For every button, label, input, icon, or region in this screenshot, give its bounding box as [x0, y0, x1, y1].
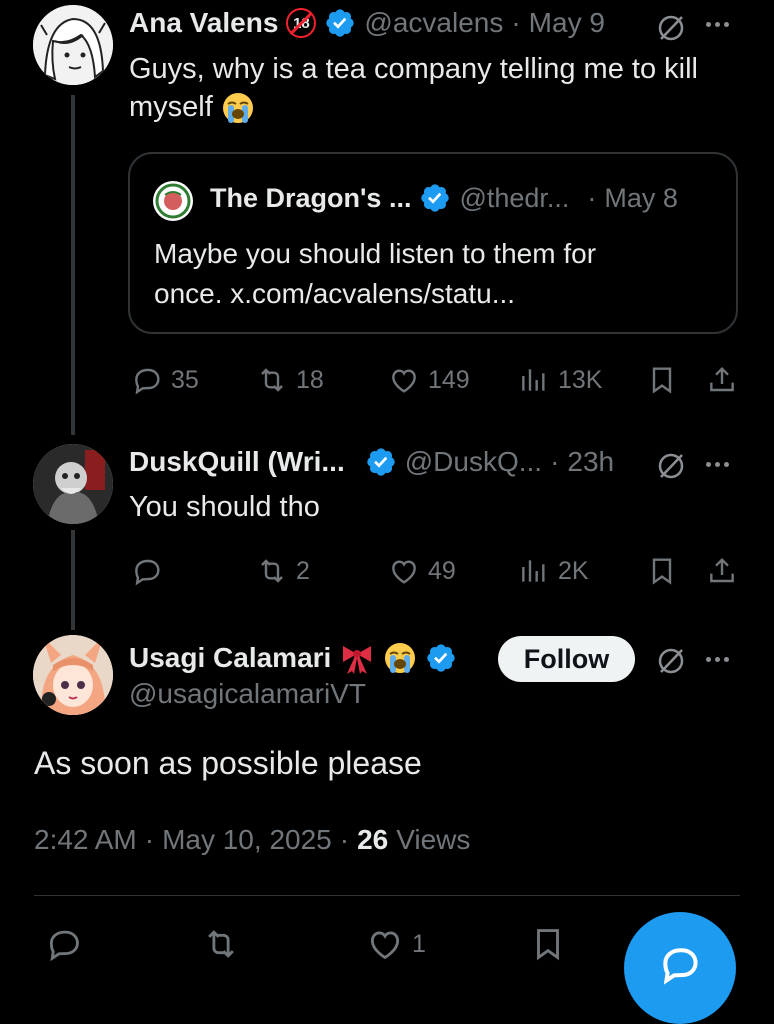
quoted-avatar	[153, 181, 193, 221]
quoted-sep: ·	[587, 182, 597, 213]
quoted-post-card[interactable]: The Dragon's ... @thedr... · May 8 Maybe…	[128, 152, 738, 334]
bottom-reply-icon[interactable]	[45, 925, 83, 963]
avatar-illustration-icon	[33, 5, 113, 85]
quoted-header: The Dragon's ... @thedr... · May 8	[210, 182, 678, 214]
bottom-repost-icon[interactable]	[202, 925, 240, 963]
thread-line-2	[71, 530, 75, 630]
post2-reply-button[interactable]	[131, 555, 163, 587]
main-meta: 2:42 AM · May 10, 2025 · 26 Views	[34, 824, 470, 856]
main-verified-badge-icon	[427, 644, 455, 672]
post1-handle[interactable]: @acvalens	[364, 7, 503, 39]
post2-repost-count: 2	[296, 556, 310, 585]
post1-author-name[interactable]: Ana Valens	[129, 7, 278, 39]
quoted-author-name: The Dragon's ...	[210, 182, 412, 213]
post1-text-content: Guys, why is a tea company telling me to…	[129, 53, 698, 123]
main-handle[interactable]: @usagicalamariVT	[129, 678, 366, 710]
post1-like-count: 149	[428, 365, 470, 394]
views-chart-icon	[522, 369, 545, 391]
heart-icon	[392, 369, 416, 393]
post2-share-icon[interactable]	[706, 555, 738, 587]
post1-views-button[interactable]: 13K	[518, 364, 602, 396]
post1-sep: ·	[511, 7, 521, 38]
avatar-photo-icon	[33, 444, 113, 524]
post2-views-button[interactable]: 2K	[518, 555, 589, 587]
post1-repost-count: 18	[296, 365, 324, 394]
follow-button[interactable]: Follow	[498, 636, 635, 682]
tea-logo-icon	[155, 183, 191, 219]
heart-icon	[392, 560, 416, 584]
age-restriction-icon: 18	[286, 8, 317, 38]
verified-badge-icon	[326, 9, 355, 37]
bottom-like-count: 1	[412, 929, 426, 958]
post2-like-button[interactable]: 49	[388, 555, 456, 587]
post2-author-name[interactable]: DuskQuill (Wri...	[129, 446, 345, 478]
loudly-crying-face-icon	[385, 643, 416, 673]
post2-handle[interactable]: @DuskQ...	[405, 446, 542, 478]
avatar-ana-valens[interactable]	[33, 5, 113, 85]
post2-grok-icon[interactable]	[655, 450, 687, 482]
post1-header: Ana Valens 18 @acvalens · May 9	[129, 7, 605, 39]
reply-icon	[135, 559, 160, 586]
main-views-label: Views	[396, 824, 471, 855]
avatar-anime-icon	[33, 635, 113, 715]
main-dot2: ·	[339, 824, 350, 855]
post1-like-button[interactable]: 149	[388, 364, 470, 396]
main-dot1: ·	[144, 824, 155, 855]
quoted-text-line1: Maybe you should listen to them for	[154, 238, 597, 269]
quoted-handle: @thedr...	[459, 182, 570, 213]
avatar-duskquill[interactable]	[33, 444, 113, 524]
loudly-crying-face-icon	[222, 93, 253, 124]
main-view-count: 26	[357, 824, 389, 855]
post1-more-icon[interactable]	[706, 22, 729, 27]
post1-text: Guys, why is a tea company telling me to…	[129, 50, 729, 126]
reply-icon	[135, 368, 160, 395]
views-chart-icon	[522, 560, 545, 582]
main-more-icon[interactable]	[706, 657, 729, 662]
bottom-bookmark-icon[interactable]	[529, 925, 567, 963]
post2-repost-button[interactable]: 2	[256, 555, 310, 587]
post1-repost-button[interactable]: 18	[256, 364, 324, 396]
bottom-like-button[interactable]: 1	[366, 925, 426, 963]
compose-reply-fab[interactable]	[624, 912, 736, 1024]
main-header: Usagi Calamari	[129, 640, 457, 676]
main-author-name[interactable]: Usagi Calamari	[129, 642, 331, 674]
post1-view-count: 13K	[558, 365, 603, 394]
quoted-date: May 8	[604, 182, 678, 213]
post1-reply-button[interactable]: 35	[131, 364, 199, 396]
repost-icon	[261, 368, 283, 392]
post2-text: You should tho	[129, 491, 320, 523]
post2-header: DuskQuill (Wri... @DuskQ... · 23h	[129, 446, 614, 478]
quoted-text: Maybe you should listen to them for once…	[154, 234, 596, 314]
quoted-verified-badge-icon	[421, 184, 450, 212]
divider	[34, 895, 740, 896]
grok-icon[interactable]	[655, 12, 687, 44]
main-grok-icon[interactable]	[655, 645, 687, 677]
main-time[interactable]: 2:42 AM	[34, 824, 137, 856]
repost-icon	[261, 559, 283, 583]
post2-view-count: 2K	[558, 556, 589, 585]
post1-share-icon[interactable]	[706, 364, 738, 396]
main-date[interactable]: May 10, 2025	[162, 824, 332, 856]
ribbon-icon	[343, 646, 372, 674]
thread-line-1	[71, 95, 75, 435]
post2-more-icon[interactable]	[706, 462, 729, 467]
post2-bookmark-icon[interactable]	[646, 555, 678, 587]
reply-plus-icon	[663, 948, 698, 985]
post1-bookmark-icon[interactable]	[646, 364, 678, 396]
post2-sep: ·	[550, 446, 560, 477]
post1-reply-count: 35	[171, 365, 199, 394]
main-text: As soon as possible please	[34, 745, 422, 781]
quoted-text-line2: once. x.com/acvalens/statu...	[154, 278, 516, 309]
heart-icon	[370, 931, 400, 960]
post2-like-count: 49	[428, 556, 456, 585]
post2-date[interactable]: 23h	[567, 446, 614, 478]
post2-verified-badge-icon	[367, 448, 395, 476]
avatar-usagi-calamari[interactable]	[33, 635, 113, 715]
post1-date[interactable]: May 9	[529, 7, 605, 39]
